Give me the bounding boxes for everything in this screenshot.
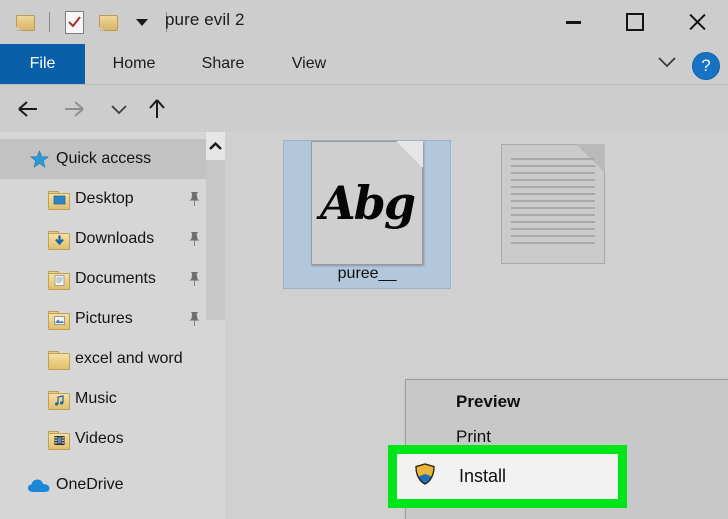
forward-button[interactable]	[60, 95, 88, 123]
arrow-up-icon	[147, 97, 167, 121]
chevron-down-icon[interactable]	[658, 56, 676, 68]
window-controls	[542, 0, 728, 44]
pin-icon[interactable]	[187, 311, 201, 327]
minimize-button[interactable]	[542, 0, 604, 44]
sidebar-item-label: OneDrive	[56, 476, 124, 494]
sidebar-scrollbar[interactable]	[206, 132, 225, 519]
pin-icon[interactable]	[187, 191, 201, 207]
arrow-right-icon	[62, 99, 86, 119]
quick-access-toolbar	[8, 4, 174, 40]
chevron-up-icon	[209, 142, 222, 151]
file-explorer-window: pure evil 2 File Home Share View ?	[0, 0, 728, 519]
text-document-icon	[469, 142, 637, 266]
sidebar-item-label: Desktop	[75, 190, 134, 208]
folder-pictures-icon	[45, 311, 71, 328]
recent-locations-button[interactable]	[105, 95, 133, 123]
context-menu-item-convert-to-adobe-pdf[interactable]: A Convert to Adobe PDF	[406, 512, 728, 519]
new-folder-icon[interactable]	[91, 5, 125, 39]
sidebar-item-quick-access[interactable]: Quick access	[0, 139, 225, 179]
sidebar-item-onedrive[interactable]: OneDrive	[0, 465, 225, 505]
explorer-body: Quick access Desktop	[0, 132, 728, 519]
install-label: Install	[459, 466, 506, 487]
folder-downloads-icon	[45, 231, 71, 248]
up-button[interactable]	[143, 95, 171, 123]
sidebar-item-downloads[interactable]: Downloads	[0, 219, 225, 259]
context-menu-label: Print	[456, 427, 491, 447]
folder-desktop-icon	[45, 191, 71, 208]
pin-icon[interactable]	[187, 231, 201, 247]
install-highlight-annotation: Install	[388, 445, 627, 508]
font-preview-glyph: Abg	[312, 176, 422, 230]
sidebar-item-documents[interactable]: Documents	[0, 259, 225, 299]
chevron-down-icon	[111, 104, 127, 115]
arrow-left-icon	[16, 99, 40, 119]
tab-file[interactable]: File	[0, 44, 85, 84]
document-lines	[511, 158, 595, 249]
file-item-document[interactable]	[469, 142, 637, 266]
title-bar: pure evil 2	[0, 0, 728, 44]
help-button[interactable]: ?	[692, 52, 720, 80]
context-menu-label: Preview	[456, 392, 520, 412]
sidebar-item-excel-and-word[interactable]: excel and word	[0, 339, 225, 379]
context-menu-item-preview[interactable]: Preview	[406, 384, 728, 419]
back-button[interactable]	[14, 95, 42, 123]
maximize-button[interactable]	[604, 0, 666, 44]
sidebar-item-label: Downloads	[75, 230, 154, 248]
sidebar-item-music[interactable]: Music	[0, 379, 225, 419]
folder-documents-icon	[45, 271, 71, 288]
sidebar-item-label: Pictures	[75, 310, 133, 328]
sidebar-item-desktop[interactable]: Desktop	[0, 179, 225, 219]
sidebar-item-label: Documents	[75, 270, 156, 288]
sidebar-item-videos[interactable]: Videos	[0, 419, 225, 459]
checkmark-glyph	[68, 16, 81, 29]
folder-music-icon	[45, 391, 71, 408]
pin-icon[interactable]	[187, 271, 201, 287]
close-button[interactable]	[666, 0, 728, 44]
scrollbar-thumb[interactable]	[206, 160, 225, 320]
sidebar-item-label: Videos	[75, 430, 124, 448]
properties-icon[interactable]	[57, 5, 91, 39]
sidebar-item-label: Quick access	[56, 150, 151, 168]
tab-view[interactable]: View	[280, 44, 338, 84]
file-name-label: puree__	[284, 265, 450, 288]
sidebar-item-label: Music	[75, 390, 117, 408]
folder-properties-icon[interactable]	[8, 5, 42, 39]
font-file-icon: Abg	[284, 141, 450, 265]
navigation-pane: Quick access Desktop	[0, 132, 225, 519]
tab-share[interactable]: Share	[188, 44, 258, 84]
star-icon	[26, 150, 52, 169]
page-fold-corner	[396, 141, 423, 168]
scroll-up-button[interactable]	[206, 132, 225, 160]
folder-videos-icon	[45, 431, 71, 448]
window-title: pure evil 2	[165, 10, 245, 30]
address-bar: ❯ pure-evi... ❯ pure evil 2 Search pure.…	[0, 85, 728, 132]
qat-divider-1	[49, 12, 50, 32]
folder-icon	[45, 351, 71, 368]
uac-shield-icon	[415, 463, 435, 490]
file-item-font[interactable]: Abg puree__	[283, 140, 451, 289]
sidebar-item-pictures[interactable]: Pictures	[0, 299, 225, 339]
ribbon-tab-bar: File Home Share View ?	[0, 44, 728, 85]
customize-dropdown-icon[interactable]	[125, 5, 159, 39]
sidebar-item-label: excel and word	[75, 350, 183, 368]
onedrive-cloud-icon	[26, 477, 52, 494]
install-menu-item-highlighted[interactable]: Install	[397, 454, 618, 499]
tab-home[interactable]: Home	[98, 44, 170, 84]
